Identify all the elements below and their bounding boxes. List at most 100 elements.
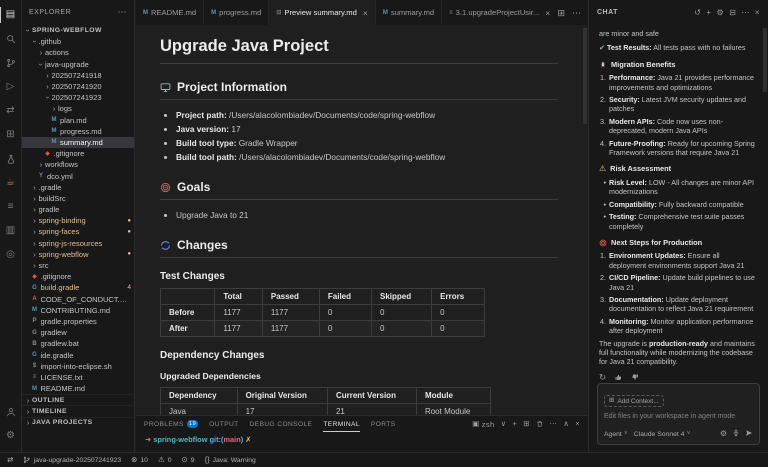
- statusbar-pending-changes[interactable]: ⊙9: [181, 456, 194, 464]
- activitybar-explorer[interactable]: ▤: [0, 3, 22, 27]
- section-outline[interactable]: ›OUTLINE: [22, 394, 134, 405]
- editor-action-split-editor[interactable]: ⊞: [557, 8, 565, 18]
- sidebar-more-icon[interactable]: ⋯: [118, 8, 128, 17]
- file-build.gradle[interactable]: Gbuild.gradle4: [22, 282, 134, 293]
- chevron-icon: ›: [24, 396, 32, 405]
- activitybar-settings[interactable]: ⚙: [0, 424, 22, 448]
- file-license.txt[interactable]: ≡LICENSE.txt: [22, 372, 134, 383]
- file-.gitignore[interactable]: ◆.gitignore: [22, 271, 134, 282]
- chat-scrollbar[interactable]: [763, 28, 767, 92]
- statusbar-git-branch[interactable]: java-upgrade-202507241923: [23, 456, 121, 464]
- mode-selector[interactable]: Agent ∨: [604, 431, 628, 438]
- file-progress.md[interactable]: Mprogress.md: [22, 126, 134, 137]
- folder-spring-faces[interactable]: ›spring-faces●: [22, 226, 134, 237]
- close-icon[interactable]: ×: [545, 8, 550, 18]
- close-icon[interactable]: ×: [363, 8, 368, 18]
- chat-send-message[interactable]: [745, 429, 753, 439]
- folder-workflows[interactable]: ›workflows: [22, 159, 134, 170]
- chat-action-new-chat[interactable]: +: [706, 8, 711, 17]
- tab-readme.md[interactable]: MREADME.md: [136, 0, 204, 25]
- panel-action-launch-profile[interactable]: ∨: [501, 420, 507, 428]
- folder-buildsrc[interactable]: ›buildSrc: [22, 193, 134, 204]
- file-dco.yml[interactable]: Ydco.yml: [22, 170, 134, 181]
- folder-logs[interactable]: ›logs: [22, 103, 134, 114]
- folder-202507241918[interactable]: ›202507241918: [22, 70, 134, 81]
- activitybar-search[interactable]: [0, 27, 22, 51]
- folder-gradle[interactable]: ›gradle: [22, 204, 134, 215]
- tree-item-label: JAVA PROJECTS: [32, 419, 131, 426]
- activitybar-account[interactable]: [0, 400, 22, 424]
- feedback-helpful[interactable]: [614, 373, 623, 380]
- tab-summary.md[interactable]: Msummary.md: [376, 0, 442, 25]
- file-plan.md[interactable]: Mplan.md: [22, 115, 134, 126]
- folder-.github[interactable]: ›.github: [22, 36, 134, 47]
- activitybar-logs[interactable]: ≡: [0, 195, 22, 219]
- chat-input-placeholder[interactable]: Edit files in your workspace in agent mo…: [604, 413, 753, 420]
- panel-action-kill-terminal[interactable]: [536, 420, 544, 428]
- tab-3.1.upgradeprojectusir...[interactable]: ≡3.1.upgradeProjectUsir...×: [442, 0, 558, 25]
- file-import-into-eclipse.sh[interactable]: $import-into-eclipse.sh: [22, 361, 134, 372]
- activitybar-java[interactable]: ☕: [0, 171, 22, 195]
- folder-spring-webflow[interactable]: ›SPRING-WEBFLOW: [22, 25, 134, 36]
- panel-tab-terminal[interactable]: TERMINAL: [323, 416, 360, 432]
- folder-spring-webflow[interactable]: ›spring-webflow●: [22, 249, 134, 260]
- editor-scrollbar[interactable]: [583, 28, 587, 124]
- activitybar-testing[interactable]: [0, 147, 22, 171]
- folder-java-upgrade[interactable]: ›java-upgrade: [22, 59, 134, 70]
- section-timeline[interactable]: ›TIMELINE: [22, 405, 134, 416]
- terminal-output[interactable]: ➜ spring-webflow git:(main) ✗: [136, 432, 588, 452]
- folder-src[interactable]: ›src: [22, 260, 134, 271]
- activitybar-extensions[interactable]: ⊞: [0, 123, 22, 147]
- chat-action-configure-chat[interactable]: ⚙: [716, 8, 724, 17]
- file-.gitignore[interactable]: ◆.gitignore: [22, 148, 134, 159]
- tab-progress.md[interactable]: Mprogress.md: [204, 0, 269, 25]
- panel-action-more-actions[interactable]: ⋯: [549, 420, 557, 428]
- add-context-button[interactable]: ⊞ Add Context...: [604, 395, 664, 407]
- file-summary.md[interactable]: Msummary.md: [22, 137, 134, 148]
- activitybar-remote[interactable]: ⇄: [0, 99, 22, 123]
- statusbar-problems-warnings[interactable]: ⚠0: [158, 456, 172, 464]
- panel-action-new-terminal[interactable]: +: [512, 420, 517, 428]
- editor-action-more-actions[interactable]: ⋯: [572, 8, 581, 18]
- panel-tab-output[interactable]: OUTPUT: [209, 416, 239, 432]
- statusbar-remote[interactable]: ⇄: [7, 456, 13, 464]
- section-java-projects[interactable]: ›JAVA PROJECTS: [22, 417, 134, 428]
- panel-action-close-panel[interactable]: ×: [575, 420, 580, 428]
- tab-preview-summary.md[interactable]: ⊡Preview summary.md×: [269, 0, 375, 25]
- file-gradle.properties[interactable]: Pgradle.properties: [22, 316, 134, 327]
- chat-configure-tools[interactable]: ⚙: [720, 429, 727, 439]
- folder-.gradle[interactable]: ›.gradle: [22, 182, 134, 193]
- chat-action-open-chat-editor[interactable]: ⊟: [729, 8, 736, 17]
- file-ide.gradle[interactable]: Gide.gradle: [22, 349, 134, 360]
- feedback-retry-response[interactable]: ↻: [599, 373, 606, 380]
- chat-input-box[interactable]: ⊞ Add Context... Edit files in your work…: [597, 383, 760, 445]
- chat-action-more-actions[interactable]: ⋯: [741, 8, 750, 17]
- panel-action-split-terminal[interactable]: ⊞: [523, 420, 530, 428]
- activitybar-database[interactable]: ▥: [0, 219, 22, 243]
- file-readme.md[interactable]: MREADME.md: [22, 383, 134, 394]
- model-selector[interactable]: Claude Sonnet 4 ∨: [634, 431, 691, 438]
- panel-tab-problems[interactable]: PROBLEMS19: [144, 416, 198, 432]
- folder-spring-js-resources[interactable]: ›spring-js-resources: [22, 238, 134, 249]
- activitybar-run-debug[interactable]: ▷: [0, 75, 22, 99]
- chat-voice-input[interactable]: [732, 429, 740, 439]
- chat-action-close-chat[interactable]: ×: [755, 8, 760, 17]
- feedback-unhelpful[interactable]: [631, 373, 640, 380]
- folder-spring-binding[interactable]: ›spring-binding●: [22, 215, 134, 226]
- file-gradlew[interactable]: Ggradlew: [22, 327, 134, 338]
- panel-tab-debug-console[interactable]: DEBUG CONSOLE: [250, 416, 313, 432]
- statusbar-problems-errors[interactable]: ⊗10: [131, 456, 148, 464]
- panel-action-maximize-panel[interactable]: ∧: [563, 420, 569, 428]
- folder-actions[interactable]: ›actions: [22, 47, 134, 58]
- file-contributing.md[interactable]: MCONTRIBUTING.md: [22, 305, 134, 316]
- chat-action-chat-history[interactable]: ↺: [694, 8, 701, 17]
- folder-202507241923[interactable]: ›202507241923: [22, 92, 134, 103]
- activitybar-source-control[interactable]: [0, 51, 22, 75]
- file-gradlew.bat[interactable]: Bgradlew.bat: [22, 338, 134, 349]
- panel-action-shell-picker[interactable]: ▣zsh: [472, 420, 494, 429]
- folder-202507241920[interactable]: ›202507241920: [22, 81, 134, 92]
- panel-tab-ports[interactable]: PORTS: [371, 416, 396, 432]
- activitybar-copilot[interactable]: ◎: [0, 243, 22, 267]
- file-code-of-conduct.adoc[interactable]: ACODE_OF_CONDUCT.adoc: [22, 294, 134, 305]
- statusbar-java-status[interactable]: {}Java: Warning: [205, 456, 256, 464]
